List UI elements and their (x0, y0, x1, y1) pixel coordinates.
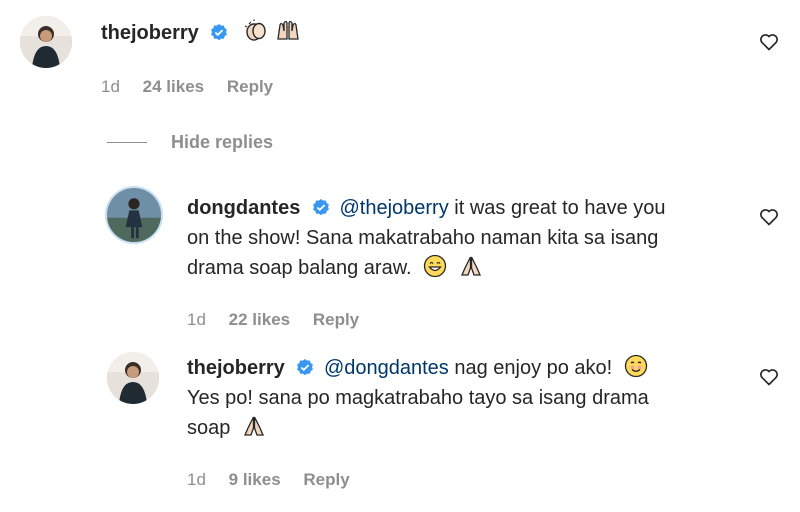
mention-link[interactable]: @dongdantes (324, 357, 449, 379)
verified-badge-icon (211, 24, 228, 41)
reply1-meta: 1d 22 likes Reply (187, 310, 377, 330)
comment-meta: 1d 24 likes Reply (101, 77, 291, 97)
reply2-likes[interactable]: 9 likes (229, 470, 281, 490)
grinning-face-emoji (424, 254, 447, 278)
reply2-line2: Yes po! sana po magkatrabaho tayo sa isa… (187, 387, 649, 409)
reply2-line1: thejoberry @dongdantes nag enjoy po ako! (187, 353, 648, 383)
clapping-hands-emoji (244, 19, 266, 41)
avatar-thejoberry[interactable] (107, 352, 159, 404)
reply1-line3: drama soap balang araw. (187, 253, 483, 283)
reply2-text-part1: nag enjoy po ako! (448, 357, 613, 379)
comment-likes[interactable]: 24 likes (143, 77, 204, 97)
folded-hands-emoji (243, 416, 264, 436)
avatar-image (107, 352, 159, 404)
reply1-line2: on the show! Sana makatrabaho naman kita… (187, 227, 659, 249)
like-heart-icon[interactable] (759, 367, 779, 387)
reply2-reply-button[interactable]: Reply (303, 470, 349, 490)
reply1-reply-button[interactable]: Reply (313, 310, 359, 330)
reply1-likes[interactable]: 22 likes (229, 310, 290, 330)
hide-replies-button[interactable]: Hide replies (171, 132, 273, 153)
like-heart-icon[interactable] (759, 207, 779, 227)
comment-reply-button[interactable]: Reply (227, 77, 273, 97)
avatar-image (20, 16, 72, 68)
username[interactable]: dongdantes (187, 197, 300, 219)
raising-hands-emoji (276, 20, 299, 40)
reply1-time: 1d (187, 310, 206, 329)
verified-badge-icon (312, 199, 329, 216)
like-heart-icon[interactable] (759, 32, 779, 52)
reply1-text-part3: drama soap balang araw. (187, 257, 412, 279)
smiling-face-emoji (624, 354, 647, 378)
username[interactable]: thejoberry (187, 357, 285, 379)
username[interactable]: thejoberry (101, 22, 199, 44)
reply2-meta: 1d 9 likes Reply (187, 470, 368, 490)
verified-badge-icon (297, 359, 314, 376)
hide-replies-line (107, 142, 147, 143)
avatar-thejoberry[interactable] (20, 16, 72, 68)
reply1-text-part1: it was great to have you (448, 197, 666, 219)
folded-hands-emoji (460, 256, 481, 276)
reply2-line3: soap (187, 413, 266, 443)
comment-header: thejoberry (101, 18, 300, 48)
reply1-line1: dongdantes @thejoberry it was great to h… (187, 193, 666, 223)
comment-time: 1d (101, 77, 120, 96)
reply2-time: 1d (187, 470, 206, 489)
avatar-image (107, 188, 161, 242)
reply2-text-part3: soap (187, 417, 231, 439)
mention-link[interactable]: @thejoberry (339, 197, 448, 219)
avatar-dongdantes[interactable] (105, 186, 163, 244)
